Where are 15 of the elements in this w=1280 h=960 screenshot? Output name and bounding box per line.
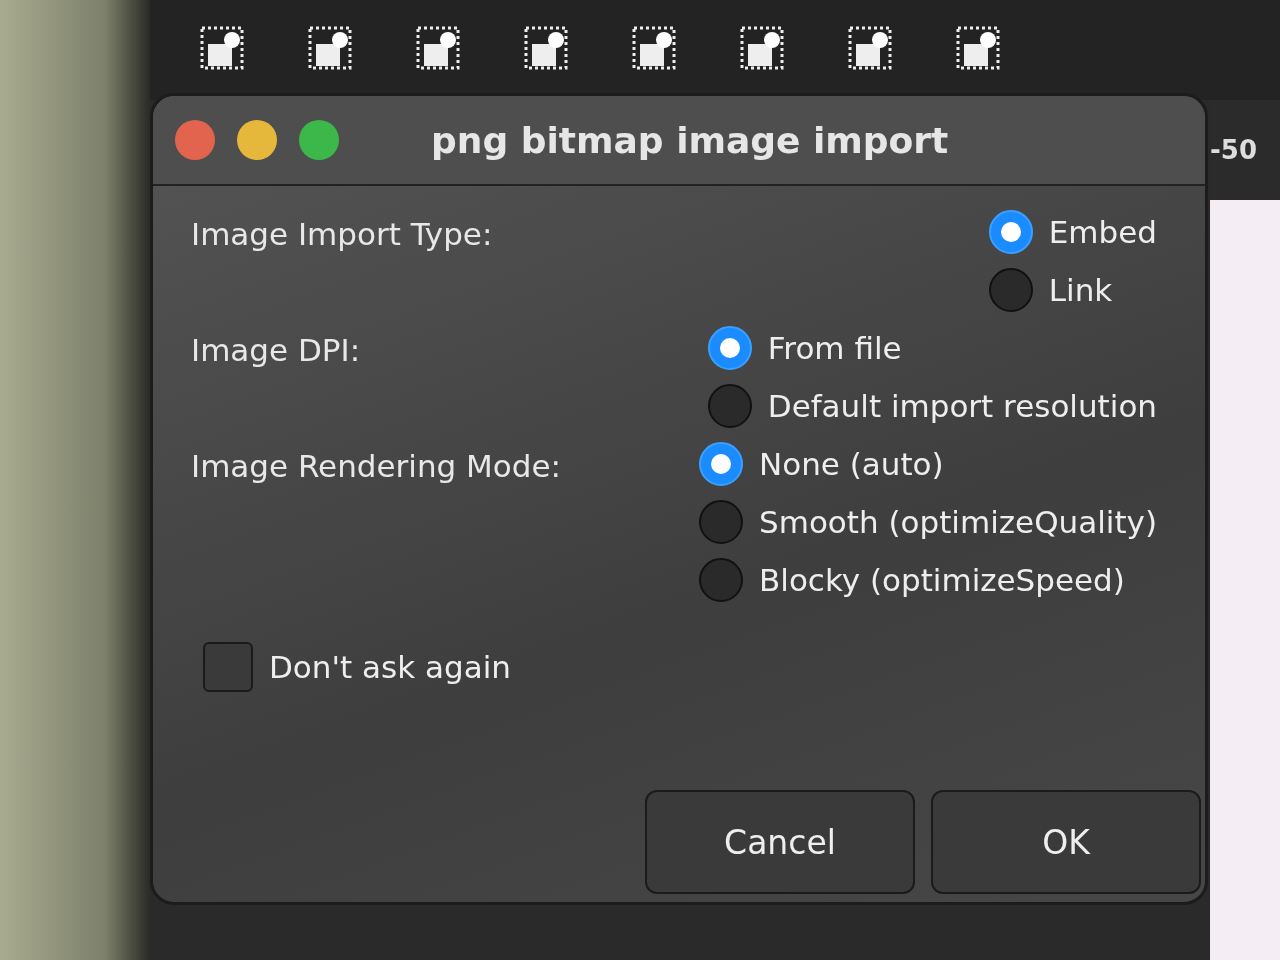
group-label: Image DPI: <box>191 331 361 370</box>
checkbox-label: Don't ask again <box>269 649 511 685</box>
group-label: Image Import Type: <box>191 215 493 254</box>
option-label: Blocky (optimizeSpeed) <box>759 562 1125 598</box>
group-label: Image Rendering Mode: <box>191 447 561 486</box>
option-label: Smooth (optimizeQuality) <box>759 504 1157 540</box>
option-label: Link <box>1048 272 1113 308</box>
option-label: From file <box>767 330 902 366</box>
option-label: None (auto) <box>759 446 944 482</box>
dialog-title: png bitmap image import <box>431 119 949 161</box>
option-label: Default import resolution <box>767 388 1157 424</box>
ruler-label: -50 <box>1210 100 1280 200</box>
option-label: Embed <box>1048 214 1157 250</box>
ok-button[interactable]: OK <box>931 790 1201 894</box>
cancel-button[interactable]: Cancel <box>645 790 915 894</box>
